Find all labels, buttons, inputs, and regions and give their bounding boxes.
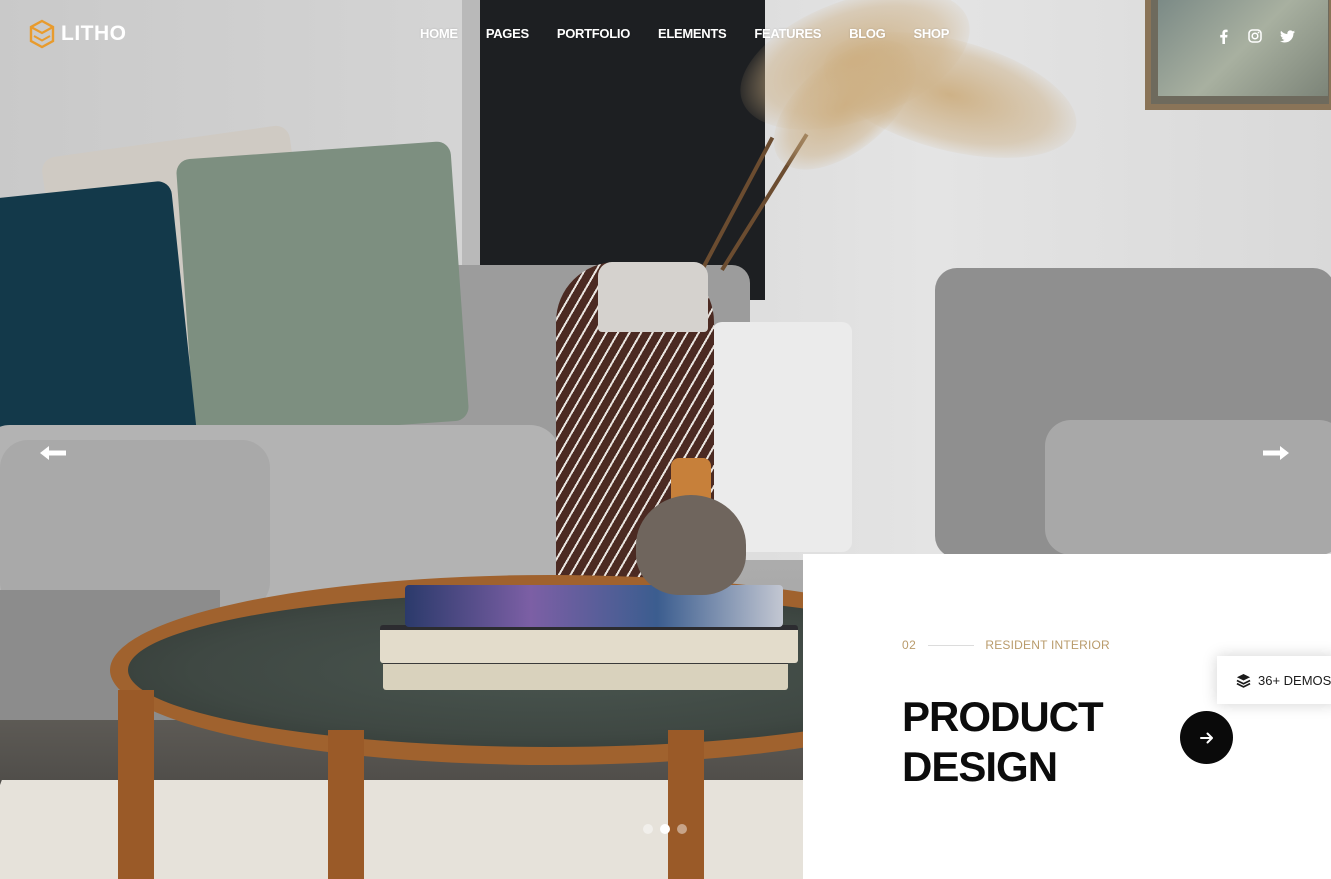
slider-next-button[interactable] <box>1261 440 1291 466</box>
logo-text: LITHO <box>61 22 127 45</box>
photo-book <box>380 625 798 663</box>
slide-title: PRODUCT DESIGN <box>902 692 1162 792</box>
site-header: LITHO HOME PAGES PORTFOLIO ELEMENTS FEAT… <box>0 0 1331 70</box>
photo-table-leg <box>328 730 364 879</box>
divider-line <box>928 644 975 646</box>
facebook-icon[interactable] <box>1214 27 1232 45</box>
slide-number: 02 <box>902 638 917 652</box>
pagination-dot-active[interactable] <box>660 824 670 834</box>
photo-patterned-vase-neck <box>598 262 708 332</box>
nav-item-shop[interactable]: SHOP <box>913 26 949 41</box>
twitter-icon[interactable] <box>1278 27 1296 45</box>
demos-label: 36+ DEMOS <box>1258 672 1331 688</box>
nav-item-home[interactable]: HOME <box>420 26 458 41</box>
photo-pillow-green <box>175 140 470 440</box>
slide-title-line: DESIGN <box>902 743 1058 790</box>
slide-category: RESIDENT INTERIOR <box>985 638 1110 652</box>
slide-explore-button[interactable] <box>1180 711 1233 764</box>
photo-table-leg <box>118 690 154 879</box>
nav-item-portfolio[interactable]: PORTFOLIO <box>557 26 630 41</box>
layers-icon <box>1236 673 1251 688</box>
pagination-dot[interactable] <box>643 824 653 834</box>
nav-item-pages[interactable]: PAGES <box>486 26 529 41</box>
logo[interactable]: LITHO <box>29 19 127 49</box>
slide-caption-card: 02 RESIDENT INTERIOR PRODUCT DESIGN <box>803 554 1331 879</box>
arrow-right-icon <box>1199 732 1213 743</box>
photo-book <box>383 660 788 690</box>
photo-small-vase <box>636 495 746 595</box>
hero-slider: LITHO HOME PAGES PORTFOLIO ELEMENTS FEAT… <box>0 0 1331 879</box>
social-links <box>1214 27 1296 45</box>
arrow-left-icon <box>40 446 66 460</box>
demos-button[interactable]: 36+ DEMOS <box>1217 656 1331 704</box>
nav-item-elements[interactable]: ELEMENTS <box>658 26 727 41</box>
main-nav: HOME PAGES PORTFOLIO ELEMENTS FEATURES B… <box>420 26 977 41</box>
slide-meta: 02 RESIDENT INTERIOR <box>902 638 1110 652</box>
slider-pagination <box>643 824 687 834</box>
photo-table-leg <box>668 730 704 879</box>
slide-title-line: PRODUCT <box>902 693 1104 740</box>
nav-item-features[interactable]: FEATURES <box>754 26 821 41</box>
photo-magazine <box>405 585 783 627</box>
logo-cube-icon <box>29 19 55 49</box>
nav-item-blog[interactable]: BLOG <box>849 26 886 41</box>
pagination-dot[interactable] <box>677 824 687 834</box>
arrow-right-icon <box>1263 446 1289 460</box>
instagram-icon[interactable] <box>1246 27 1264 45</box>
slider-prev-button[interactable] <box>38 440 68 466</box>
